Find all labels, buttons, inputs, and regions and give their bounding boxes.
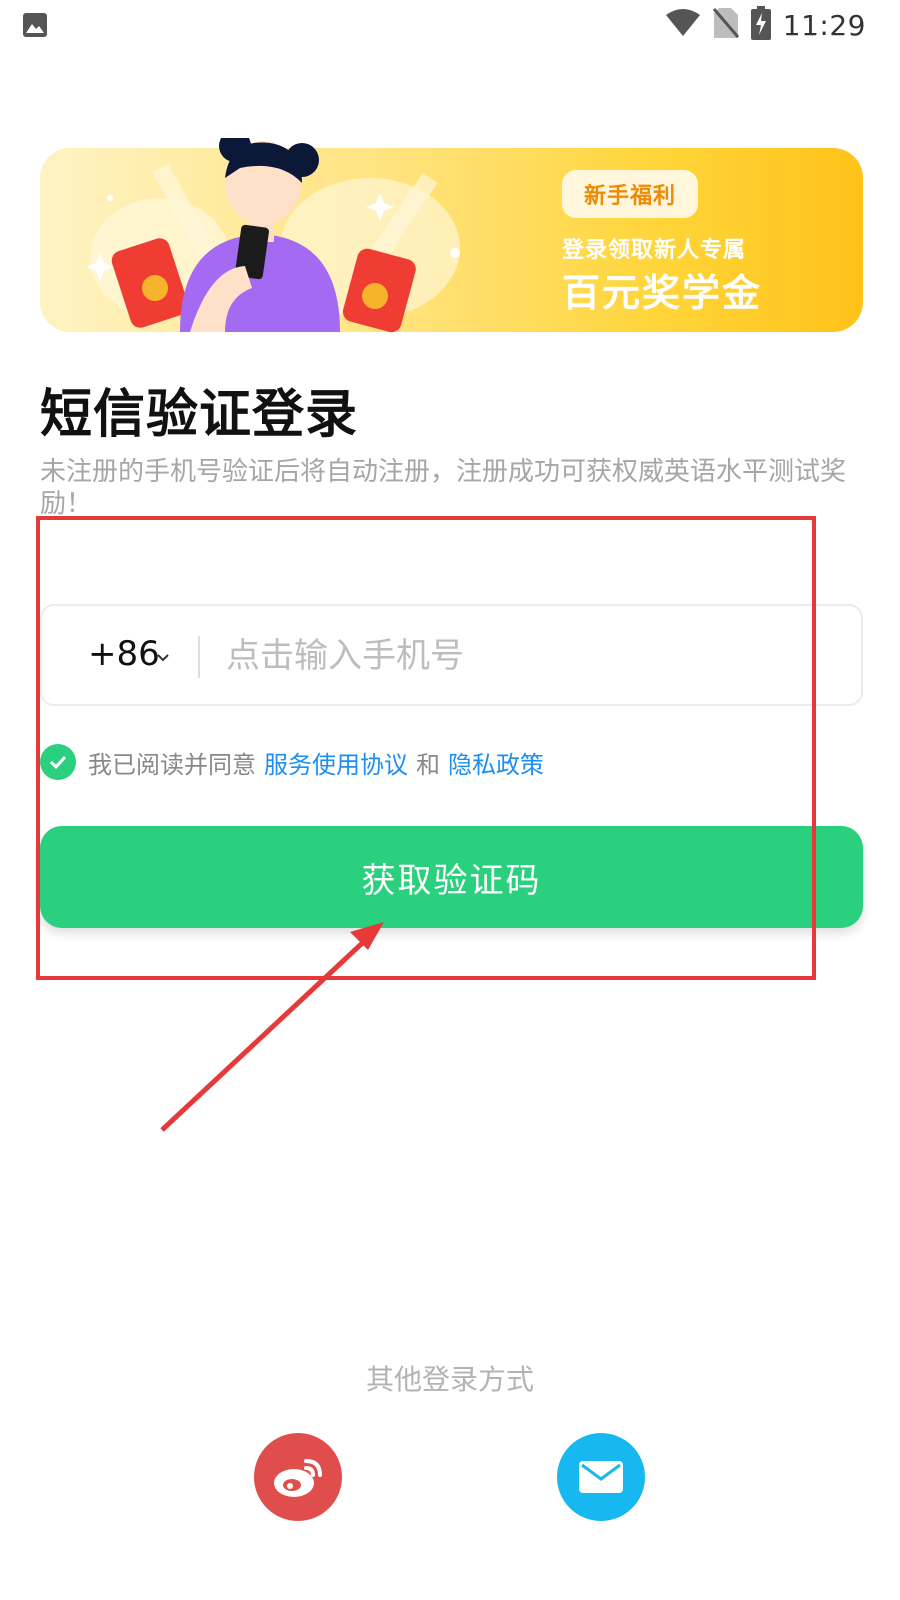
banner-subtitle: 登录领取新人专属 (562, 238, 747, 263)
no-sim-icon (712, 7, 739, 43)
page-description: 未注册的手机号验证后将自动注册，注册成功可获权威英语水平测试奖励！ (40, 457, 847, 519)
weibo-login-button[interactable] (254, 1433, 342, 1521)
gallery-icon (22, 12, 48, 42)
email-login-button[interactable] (557, 1433, 645, 1521)
promo-banner[interactable]: 新手福利 登录领取新人专属 百元奖学金 (40, 138, 863, 333)
banner-badge: 新手福利 (562, 170, 698, 218)
battery-charging-icon (750, 6, 771, 44)
banner-headline: 百元奖学金 (562, 271, 763, 315)
page-title: 短信验证登录 (40, 385, 359, 445)
status-bar: 11:29 (0, 0, 900, 50)
other-login-title: 其他登录方式 (365, 1363, 534, 1396)
annotation-box (36, 516, 816, 980)
weibo-icon (274, 1459, 322, 1497)
mail-icon (579, 1461, 623, 1493)
wifi-icon (665, 8, 701, 42)
banner-illustration (86, 138, 460, 333)
status-time: 11:29 (782, 8, 866, 42)
